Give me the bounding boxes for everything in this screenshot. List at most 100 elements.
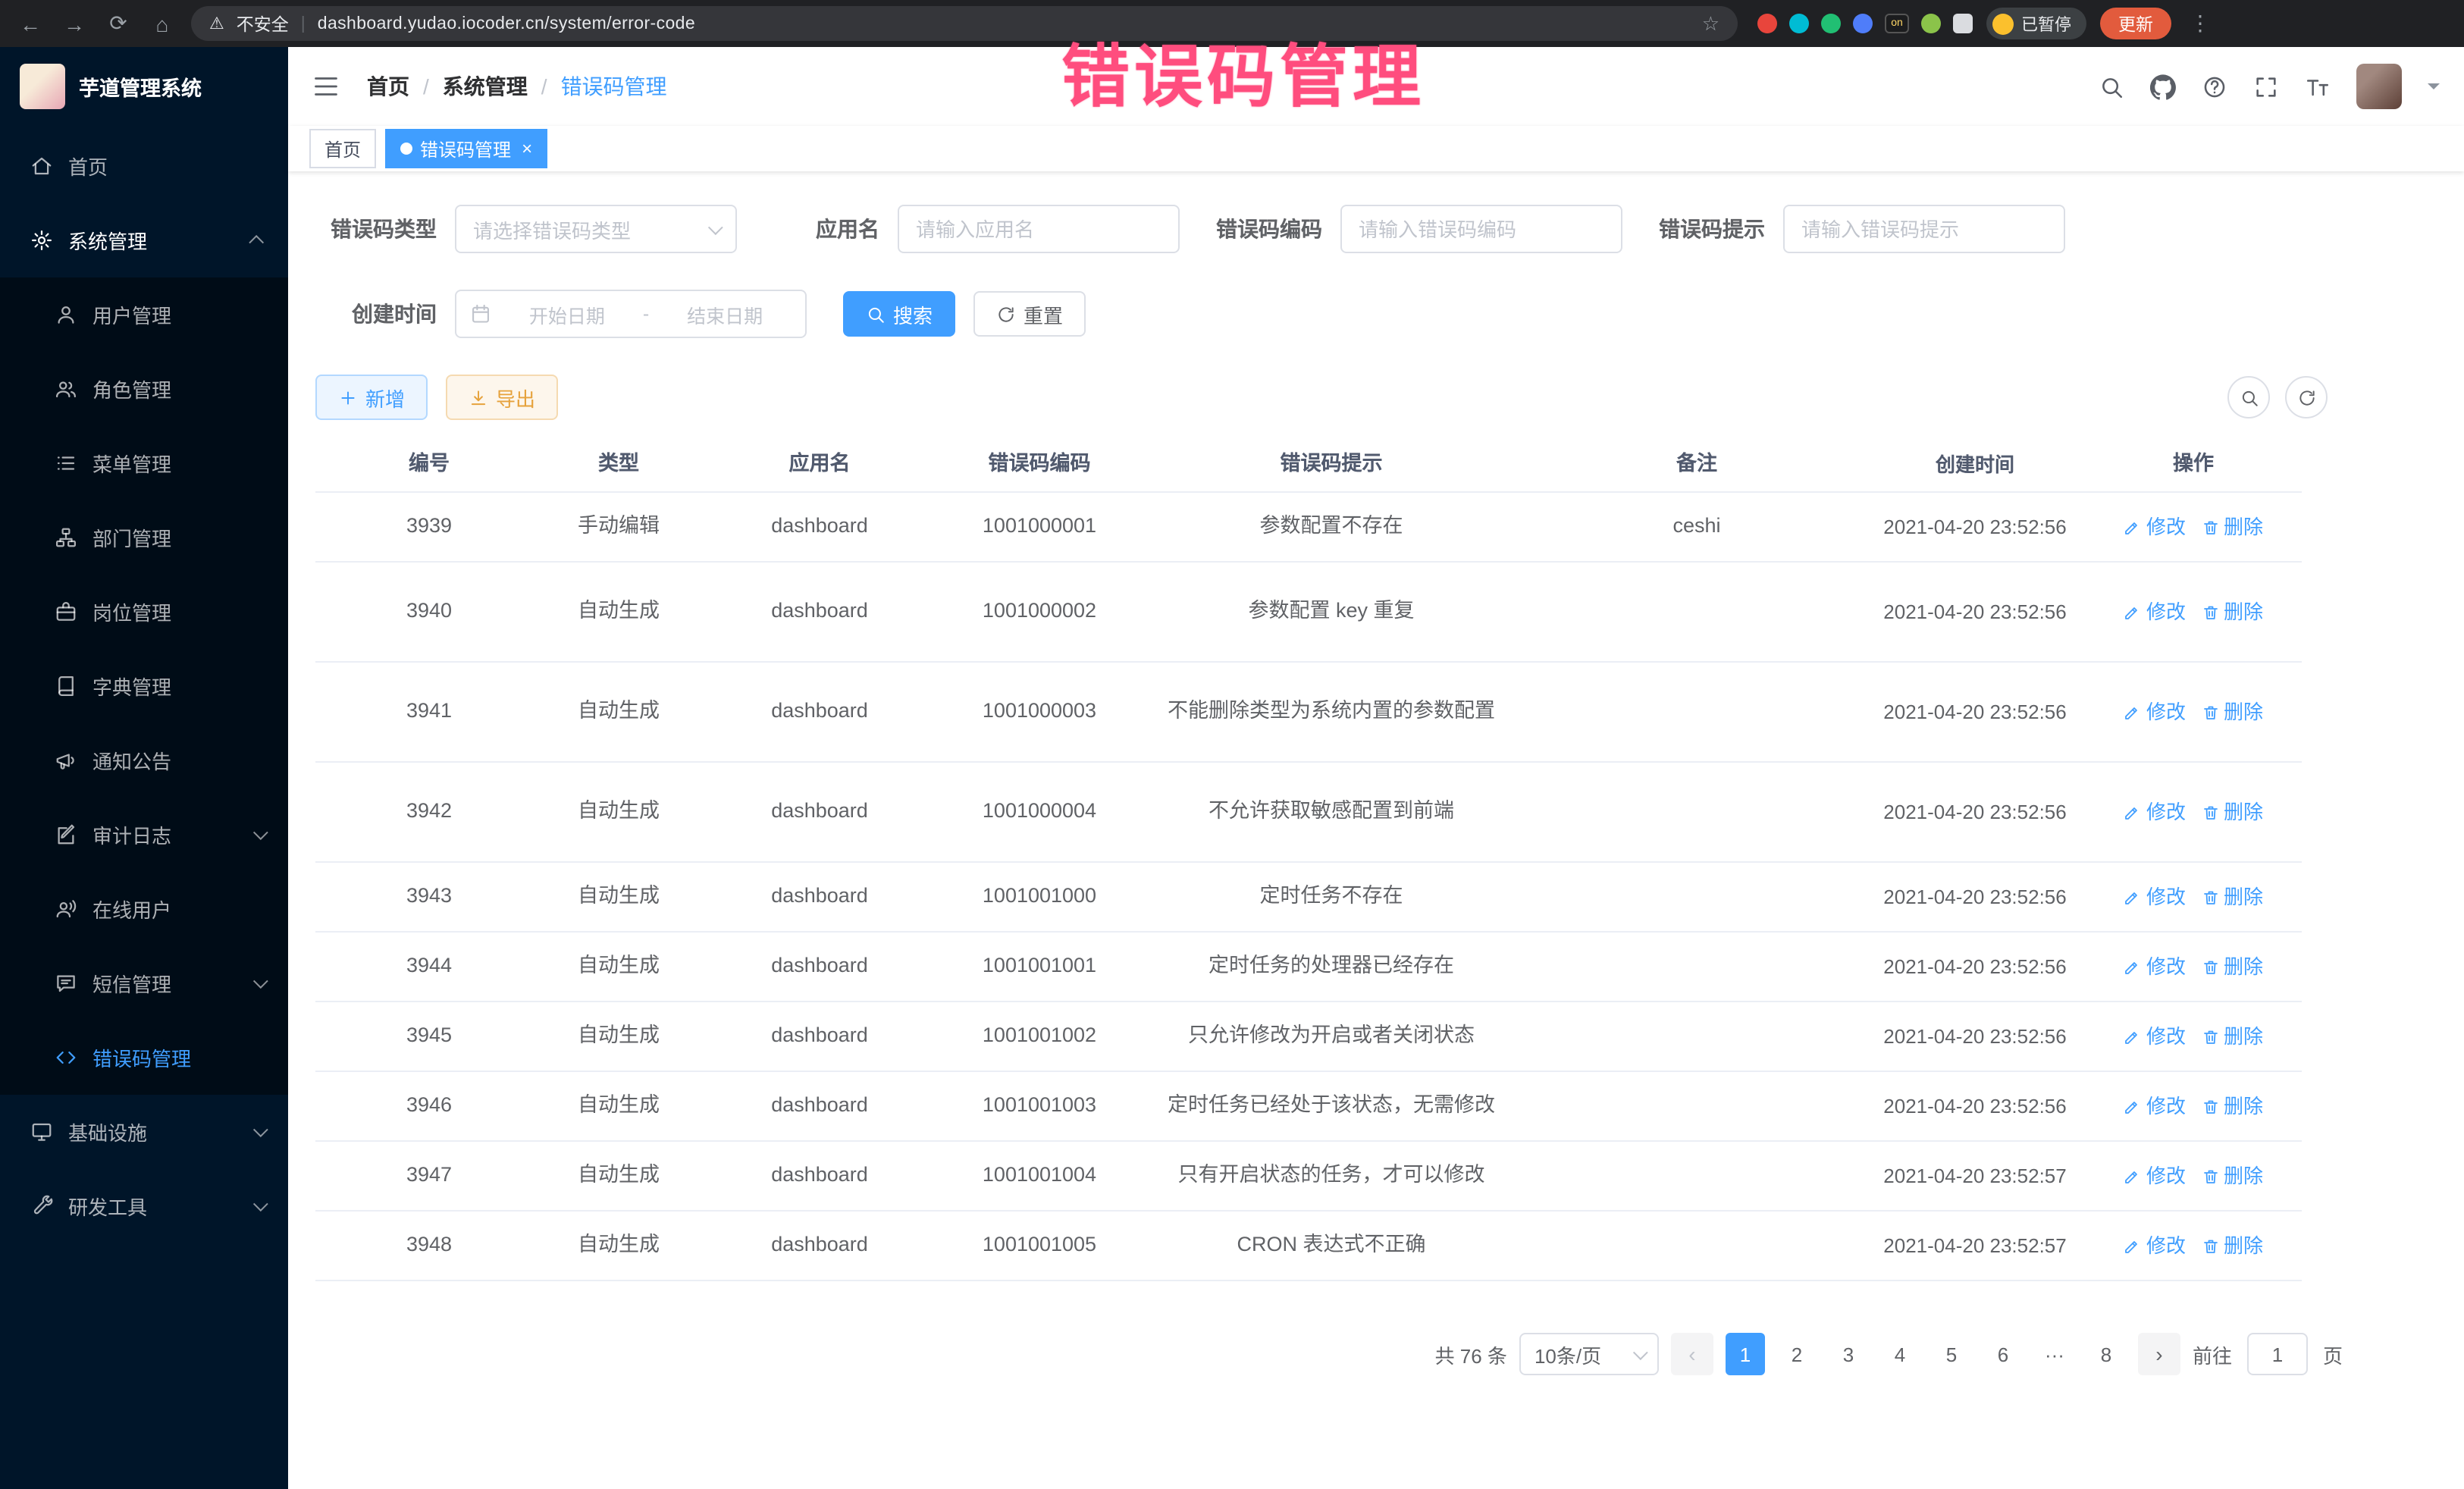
cell-app: dashboard: [694, 951, 945, 983]
page-size-select[interactable]: 10条/页: [1519, 1333, 1659, 1375]
sidebar-item-dictionary[interactable]: 字典管理: [0, 649, 288, 723]
page-content: 错误码类型 请选择错误码类型 应用名 错误码编码: [288, 171, 2464, 1489]
breadcrumb-item-home[interactable]: 首页: [367, 71, 409, 102]
edit-link[interactable]: 修改: [2124, 882, 2186, 912]
extension-icon[interactable]: [1821, 14, 1841, 33]
delete-link[interactable]: 删除: [2201, 1231, 2263, 1261]
sidebar-item-departments[interactable]: 部门管理: [0, 500, 288, 575]
error-type-select[interactable]: 请选择错误码类型: [455, 205, 737, 253]
bookmark-star-icon[interactable]: ☆: [1702, 11, 1719, 36]
extension-icon[interactable]: [1789, 14, 1809, 33]
browser-update-button[interactable]: 更新: [2100, 8, 2171, 39]
sidebar-item-users[interactable]: 用户管理: [0, 277, 288, 352]
tab-error-code[interactable]: 错误码管理 ×: [385, 129, 547, 168]
sidebar-item-error-code[interactable]: 错误码管理: [0, 1020, 288, 1095]
trash-icon: [2201, 518, 2219, 536]
app-name-input[interactable]: [898, 205, 1180, 253]
extension-badge-icon[interactable]: on: [1885, 14, 1909, 33]
sidebar-item-roles[interactable]: 角色管理: [0, 352, 288, 426]
next-page-button[interactable]: ›: [2138, 1333, 2180, 1375]
edit-label: 修改: [2146, 952, 2186, 982]
toggle-search-button[interactable]: [2227, 376, 2270, 418]
prev-page-button[interactable]: ‹: [1671, 1333, 1713, 1375]
goto-suffix: 页: [2323, 1340, 2343, 1368]
logo[interactable]: 芋道管理系统: [0, 47, 288, 126]
delete-link[interactable]: 删除: [2201, 952, 2263, 982]
sidebar-item-positions[interactable]: 岗位管理: [0, 575, 288, 649]
extension-icon[interactable]: [1921, 14, 1941, 33]
topbar: 首页 / 系统管理 / 错误码管理: [288, 47, 2464, 126]
edit-link[interactable]: 修改: [2124, 952, 2186, 982]
page-button-6[interactable]: 6: [1983, 1333, 2023, 1375]
delete-link[interactable]: 删除: [2201, 882, 2263, 912]
chevron-down-icon[interactable]: [2428, 83, 2440, 96]
tab-home[interactable]: 首页: [309, 129, 376, 168]
edit-link[interactable]: 修改: [2124, 597, 2186, 627]
breadcrumb-item-system[interactable]: 系统管理: [443, 71, 528, 102]
address-bar[interactable]: ⚠ 不安全 | dashboard.yudao.iocoder.cn/syste…: [191, 6, 1738, 41]
browser-forward-button[interactable]: →: [59, 11, 89, 36]
sidebar-item-announcements[interactable]: 通知公告: [0, 723, 288, 798]
sidebar-item-sms[interactable]: 短信管理: [0, 946, 288, 1020]
edit-link[interactable]: 修改: [2124, 513, 2186, 542]
refresh-table-button[interactable]: [2285, 376, 2328, 418]
browser-reload-button[interactable]: ⟳: [103, 11, 133, 36]
delete-link[interactable]: 删除: [2201, 1092, 2263, 1121]
sidebar-item-online-users[interactable]: 在线用户: [0, 872, 288, 946]
browser-home-button[interactable]: ⌂: [147, 11, 177, 36]
extension-icon[interactable]: [1757, 14, 1777, 33]
reset-button[interactable]: 重置: [973, 291, 1086, 337]
sidebar-item-menus[interactable]: 菜单管理: [0, 426, 288, 500]
sidebar-item-home[interactable]: 首页: [0, 129, 288, 203]
edit-link[interactable]: 修改: [2124, 1231, 2186, 1261]
add-button[interactable]: 新增: [315, 375, 428, 420]
search-icon[interactable]: [2099, 74, 2124, 99]
browser-menu-icon[interactable]: ⋮: [2185, 11, 2215, 36]
delete-link[interactable]: 删除: [2201, 1161, 2263, 1191]
font-size-icon[interactable]: [2305, 74, 2331, 99]
page-button-5[interactable]: 5: [1932, 1333, 1971, 1375]
browser-back-button[interactable]: ←: [15, 11, 45, 36]
github-icon[interactable]: [2150, 74, 2176, 99]
extension-icon[interactable]: [1853, 14, 1873, 33]
cell-actions: 修改 删除: [2085, 798, 2302, 827]
extension-icon[interactable]: [1953, 14, 1973, 33]
help-icon[interactable]: [2202, 74, 2227, 99]
avatar[interactable]: [2356, 64, 2402, 109]
delete-link[interactable]: 删除: [2201, 513, 2263, 542]
export-button[interactable]: 导出: [446, 375, 558, 420]
date-range-picker[interactable]: 开始日期 - 结束日期: [455, 290, 807, 338]
sidebar-toggle-icon[interactable]: [312, 73, 340, 100]
error-msg-input[interactable]: [1783, 205, 2065, 253]
delete-link[interactable]: 删除: [2201, 798, 2263, 827]
edit-link[interactable]: 修改: [2124, 1092, 2186, 1121]
sidebar-item-audit-logs[interactable]: 审计日志: [0, 798, 288, 872]
delete-link[interactable]: 删除: [2201, 597, 2263, 627]
page-button-4[interactable]: 4: [1880, 1333, 1920, 1375]
edit-link[interactable]: 修改: [2124, 798, 2186, 827]
profile-paused-badge[interactable]: 已暂停: [1986, 8, 2086, 39]
edit-link[interactable]: 修改: [2124, 1161, 2186, 1191]
goto-page-input[interactable]: [2247, 1333, 2308, 1375]
sidebar-item-infrastructure[interactable]: 基础设施: [0, 1095, 288, 1169]
edit-link[interactable]: 修改: [2124, 697, 2186, 727]
search-button[interactable]: 搜索: [843, 291, 955, 337]
cell-id: 3943: [315, 882, 543, 913]
sidebar-item-system[interactable]: 系统管理: [0, 203, 288, 277]
page-button-1[interactable]: 1: [1726, 1333, 1765, 1375]
delete-link[interactable]: 删除: [2201, 1022, 2263, 1052]
page-more-button[interactable]: ···: [2035, 1333, 2074, 1375]
delete-link[interactable]: 删除: [2201, 697, 2263, 727]
sidebar-item-label: 基础设施: [68, 1118, 147, 1146]
sidebar-item-dev-tools[interactable]: 研发工具: [0, 1169, 288, 1243]
fullscreen-icon[interactable]: [2253, 74, 2279, 99]
cell-msg: 定时任务已经处于该状态，无需修改: [1134, 1091, 1528, 1122]
close-icon[interactable]: ×: [522, 138, 532, 159]
error-code-input[interactable]: [1340, 205, 1622, 253]
page-button-3[interactable]: 3: [1829, 1333, 1868, 1375]
page-button-8[interactable]: 8: [2086, 1333, 2126, 1375]
filter-label: 错误码类型: [315, 214, 455, 244]
edit-link[interactable]: 修改: [2124, 1022, 2186, 1052]
cell-id: 3945: [315, 1021, 543, 1052]
page-button-2[interactable]: 2: [1777, 1333, 1817, 1375]
